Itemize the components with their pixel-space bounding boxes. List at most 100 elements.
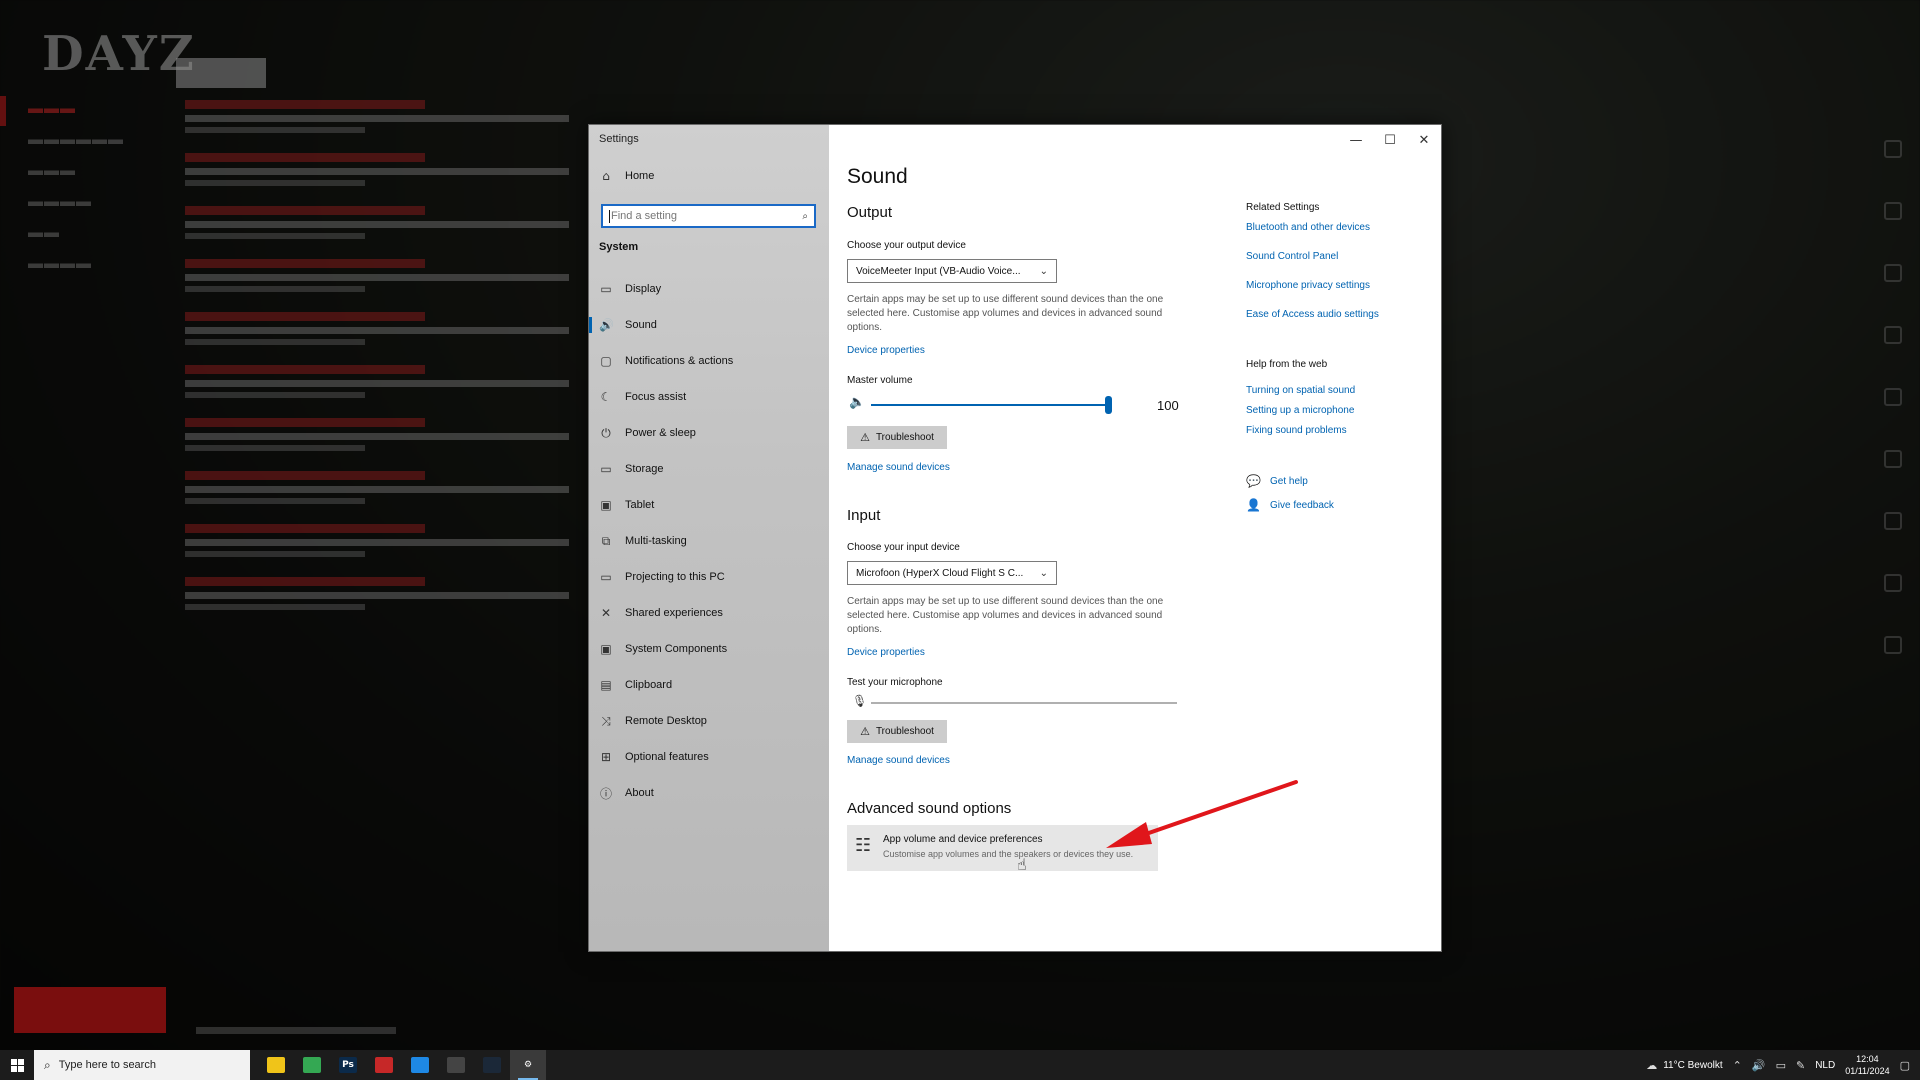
settings-sidebar: Settings ⌂ Home Find a setting ⌕ System … (589, 125, 829, 951)
storage-icon: ▭ (600, 462, 612, 476)
launcher-play-button (14, 987, 166, 1033)
sidebar-item-label: Optional features (625, 751, 709, 763)
clock-time: 12:04 (1856, 1054, 1879, 1064)
app-volume-title: App volume and device preferences (883, 834, 1043, 845)
input-device-properties-link[interactable]: Device properties (847, 647, 925, 658)
weather-widget[interactable]: ☁ 11°C Bewolkt (1646, 1059, 1722, 1072)
taskbar-app-app-blue[interactable] (402, 1050, 438, 1080)
slider-thumb[interactable] (1105, 396, 1112, 414)
speaker-icon[interactable]: 🔈 (849, 395, 865, 410)
volume-icon[interactable]: 🔊 (1752, 1059, 1766, 1072)
input-device-label: Choose your input device (847, 542, 960, 553)
input-heading: Input (847, 507, 881, 524)
sidebar-item-projecting-to-this-pc[interactable]: ▭ Projecting to this PC (589, 559, 829, 595)
sidebar-item-focus-assist[interactable]: ☾ Focus assist (589, 379, 829, 415)
page-title: Sound (847, 165, 908, 188)
microphone-icon: 🎙 (852, 694, 868, 708)
settings-search-input[interactable]: Find a setting ⌕ (601, 204, 816, 228)
sidebar-item-optional-features[interactable]: ⊞ Optional features (589, 739, 829, 775)
components-icon: ▣ (600, 642, 612, 656)
output-device-label: Choose your output device (847, 240, 966, 251)
help-link-fix-sound[interactable]: Fixing sound problems (1246, 425, 1347, 436)
app-blue-icon (411, 1057, 429, 1073)
sidebar-item-system-components[interactable]: ▣ System Components (589, 631, 829, 667)
sidebar-item-label: Tablet (625, 499, 655, 511)
home-nav-item[interactable]: ⌂ Home (599, 169, 654, 183)
system-tray: ☁ 11°C Bewolkt ⌃ 🔊 ▭ ✎ NLD 12:04 01/11/2… (1646, 1053, 1920, 1077)
settings-icon: ⚙ (519, 1057, 537, 1073)
sliders-icon: ☷ (855, 835, 872, 856)
sidebar-item-sound[interactable]: 🔊 Sound (589, 307, 829, 343)
home-icon: ⌂ (602, 169, 610, 183)
launcher-menu-item: ▬▬▬▬ (28, 255, 92, 272)
output-manage-devices-link[interactable]: Manage sound devices (847, 462, 950, 473)
sidebar-item-label: Sound (625, 319, 657, 331)
help-link-setup-microphone[interactable]: Setting up a microphone (1246, 405, 1354, 416)
related-link-ease-of-access[interactable]: Ease of Access audio settings (1246, 309, 1379, 320)
related-settings-heading: Related Settings (1246, 202, 1320, 213)
taskbar-search-box[interactable]: ⌕ Type here to search (34, 1050, 250, 1080)
weather-text: 11°C Bewolkt (1663, 1059, 1723, 1071)
input-device-dropdown[interactable]: Microfoon (HyperX Cloud Flight S C... ⌄ (847, 561, 1057, 585)
input-description: Certain apps may be set up to use differ… (847, 596, 1164, 635)
pen-icon[interactable]: ✎ (1796, 1059, 1805, 1072)
sidebar-item-label: Focus assist (625, 391, 687, 403)
file-explorer-icon (267, 1057, 285, 1073)
help-from-web-heading: Help from the web (1246, 359, 1328, 370)
network-icon[interactable]: ▭ (1776, 1059, 1786, 1072)
related-link-microphone-privacy[interactable]: Microphone privacy settings (1246, 280, 1370, 291)
output-device-properties-link[interactable]: Device properties (847, 345, 925, 356)
input-manage-devices-link[interactable]: Manage sound devices (847, 755, 950, 766)
sidebar-item-multi-tasking[interactable]: ⧉ Multi-tasking (589, 523, 829, 559)
sidebar-item-power-sleep[interactable]: ⏻ Power & sleep (589, 415, 829, 451)
give-feedback-link[interactable]: Give feedback (1270, 500, 1334, 511)
sidebar-item-label: Remote Desktop (625, 715, 707, 727)
clock[interactable]: 12:04 01/11/2024 (1845, 1053, 1889, 1077)
chevron-up-icon[interactable]: ⌃ (1733, 1059, 1742, 1072)
sidebar-item-tablet[interactable]: ▣ Tablet (589, 487, 829, 523)
sidebar-item-label: Clipboard (625, 679, 673, 691)
taskbar-app-dayz[interactable] (438, 1050, 474, 1080)
taskbar-app-chrome[interactable] (294, 1050, 330, 1080)
notification-center-icon[interactable]: ▢ (1900, 1059, 1910, 1072)
taskbar-app-file-explorer[interactable] (258, 1050, 294, 1080)
launcher-menu-item: ▬▬ (28, 224, 60, 241)
chrome-icon (303, 1057, 321, 1073)
test-microphone-label: Test your microphone (847, 677, 943, 688)
launcher-menu-item: ▬▬▬ (28, 100, 76, 117)
sidebar-item-label: Display (625, 283, 662, 295)
master-volume-slider[interactable] (871, 396, 1112, 414)
sidebar-item-shared-experiences[interactable]: ✕ Shared experiences (589, 595, 829, 631)
sidebar-item-notifications-actions[interactable]: ▢ Notifications & actions (589, 343, 829, 379)
sidebar-item-about[interactable]: ⓘ About (589, 775, 829, 811)
dayz-icon (447, 1057, 465, 1073)
related-link-bluetooth[interactable]: Bluetooth and other devices (1246, 222, 1370, 233)
taskbar-app-photoshop[interactable]: Ps (330, 1050, 366, 1080)
input-troubleshoot-button[interactable]: ⚠ Troubleshoot (847, 720, 947, 743)
launcher-news-tab (176, 58, 266, 88)
taskbar-app-app-red[interactable] (366, 1050, 402, 1080)
sidebar-item-label: Multi-tasking (625, 535, 687, 547)
help-link-spatial-sound[interactable]: Turning on spatial sound (1246, 385, 1355, 396)
features-icon: ⊞ (600, 750, 612, 764)
get-help-link[interactable]: Get help (1270, 476, 1308, 487)
language-indicator[interactable]: NLD (1815, 1060, 1835, 1071)
related-link-sound-control-panel[interactable]: Sound Control Panel (1246, 251, 1338, 262)
master-volume-value: 100 (1157, 398, 1179, 413)
launcher-news-list (185, 100, 585, 630)
sidebar-item-label: Storage (625, 463, 664, 475)
sidebar-item-clipboard[interactable]: ▤ Clipboard (589, 667, 829, 703)
output-device-dropdown[interactable]: VoiceMeeter Input (VB-Audio Voice... ⌄ (847, 259, 1057, 283)
output-troubleshoot-button[interactable]: ⚠ Troubleshoot (847, 426, 947, 449)
taskbar-app-settings[interactable]: ⚙ (510, 1050, 546, 1080)
sidebar-item-storage[interactable]: ▭ Storage (589, 451, 829, 487)
sidebar-item-label: System Components (625, 643, 728, 655)
taskbar-app-steam[interactable] (474, 1050, 510, 1080)
window-title: Settings (599, 133, 639, 145)
sidebar-item-display[interactable]: ▭ Display (589, 271, 829, 307)
clipboard-icon: ▤ (600, 678, 612, 692)
microphone-test-row: 🎙 (847, 693, 1177, 713)
project-icon: ▭ (600, 570, 612, 584)
start-button[interactable] (0, 1050, 34, 1080)
sidebar-item-remote-desktop[interactable]: ⤨ Remote Desktop (589, 703, 829, 739)
